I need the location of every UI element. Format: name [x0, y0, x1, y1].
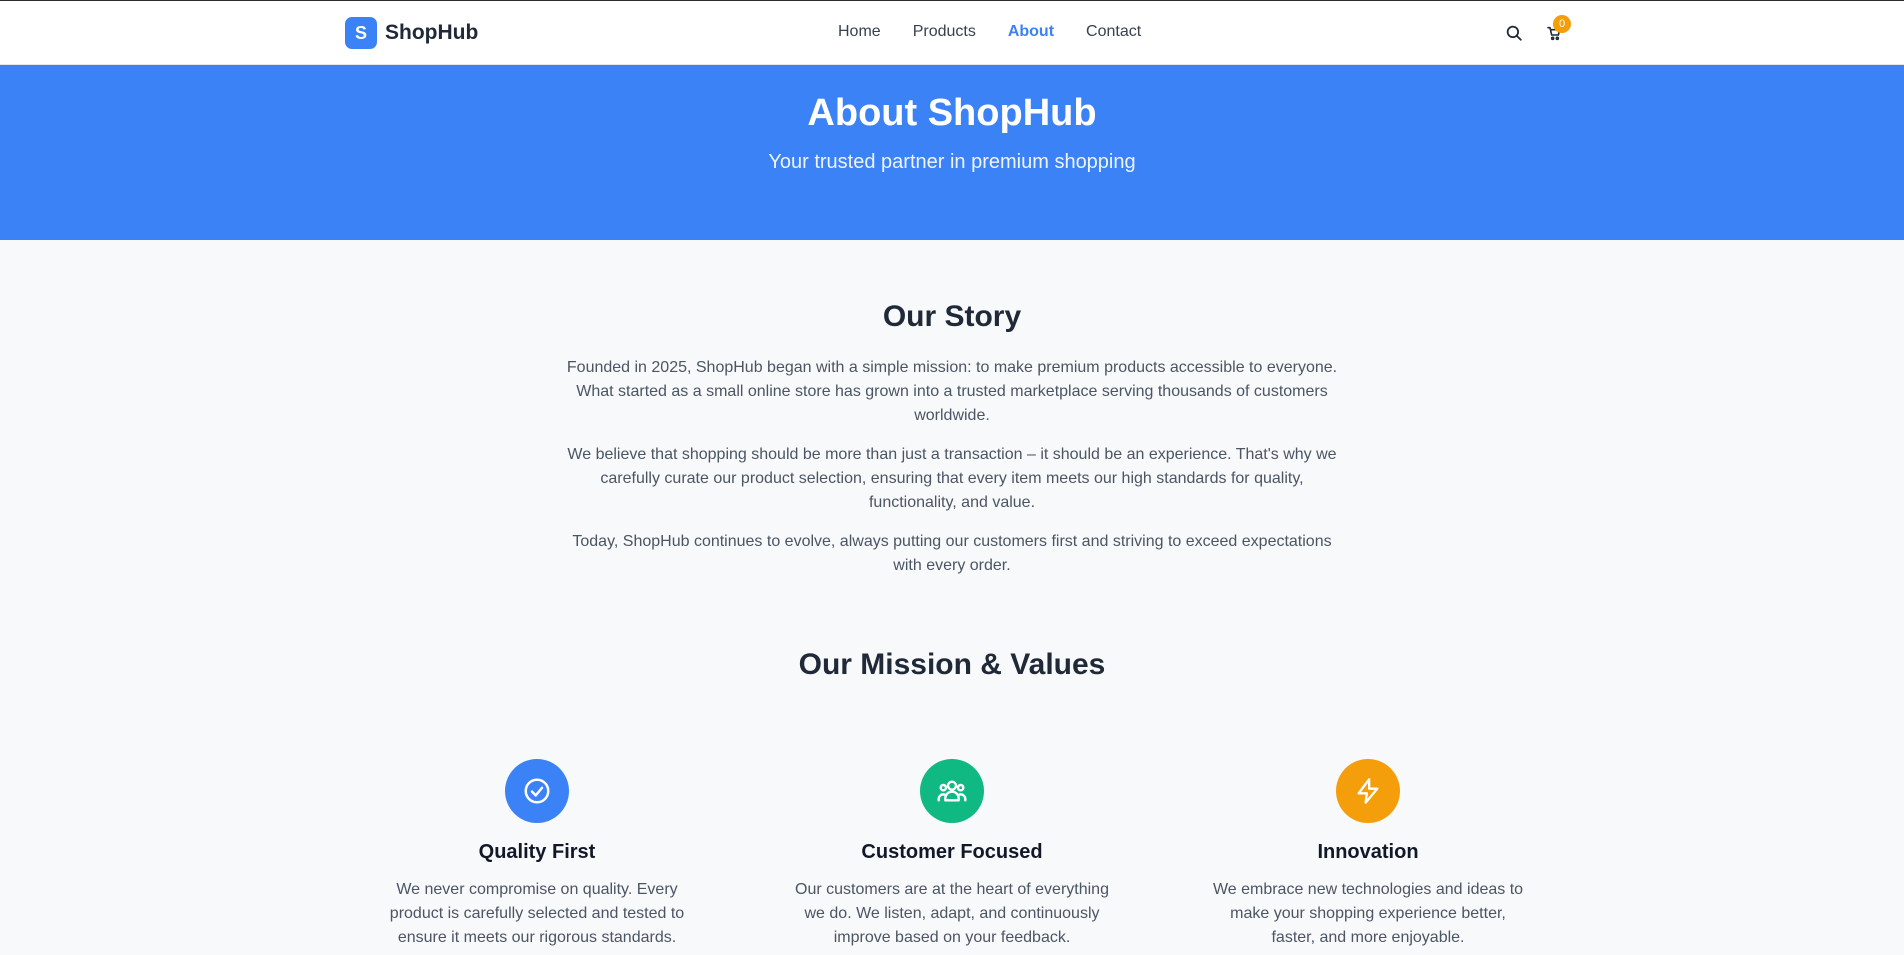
value-icon-circle	[505, 759, 569, 823]
hero-banner: About ShopHub Your trusted partner in pr…	[0, 65, 1904, 240]
search-icon	[1506, 25, 1522, 41]
search-button[interactable]	[1503, 22, 1525, 44]
value-card-quality: Quality First We never compromise on qua…	[372, 759, 702, 950]
story-paragraph: Founded in 2025, ShopHub began with a si…	[566, 359, 1338, 424]
site-header: S ShopHub Home Products About Contact 0	[0, 1, 1904, 65]
hero-title: About ShopHub	[807, 92, 1097, 134]
story-title: Our Story	[882, 300, 1022, 333]
main-nav: Home Products About Contact	[838, 23, 1141, 41]
cart-count-badge: 0	[1553, 15, 1571, 33]
value-icon-circle	[1336, 759, 1400, 823]
story-paragraph: We believe that shopping should be more …	[567, 446, 1337, 511]
value-card-customer: Customer Focused Our customers are at th…	[787, 759, 1117, 950]
users-icon	[937, 780, 967, 802]
value-icon-circle	[920, 759, 984, 823]
story-section: Our Story Founded in 2025, ShopHub began…	[0, 300, 1904, 593]
logo-mark: S	[345, 17, 377, 49]
check-circle-icon	[524, 778, 550, 804]
story-paragraph: Today, ShopHub continues to evolve, alwa…	[572, 533, 1332, 574]
value-title: Quality First	[478, 841, 596, 863]
value-text: Our customers are at the heart of everyt…	[795, 881, 1109, 946]
value-text: We never compromise on quality. Every pr…	[389, 881, 685, 946]
brand-name: ShopHub	[385, 21, 479, 44]
nav-products[interactable]: Products	[913, 23, 976, 41]
value-title: Customer Focused	[861, 841, 1043, 863]
hero-subtitle: Your trusted partner in premium shopping	[768, 151, 1136, 173]
lightning-icon	[1357, 778, 1379, 804]
cart-button[interactable]: 0	[1543, 15, 1571, 44]
nav-contact[interactable]: Contact	[1086, 23, 1141, 41]
value-card-innovation: Innovation We embrace new technologies a…	[1203, 759, 1533, 950]
brand-logo[interactable]: S ShopHub	[345, 17, 478, 49]
nav-about[interactable]: About	[1008, 23, 1054, 41]
header-actions: 0	[1503, 15, 1571, 44]
nav-home[interactable]: Home	[838, 23, 881, 41]
value-title: Innovation	[1317, 841, 1419, 863]
value-text: We embrace new technologies and ideas to…	[1212, 881, 1524, 946]
mission-title: Our Mission & Values	[798, 648, 1106, 681]
